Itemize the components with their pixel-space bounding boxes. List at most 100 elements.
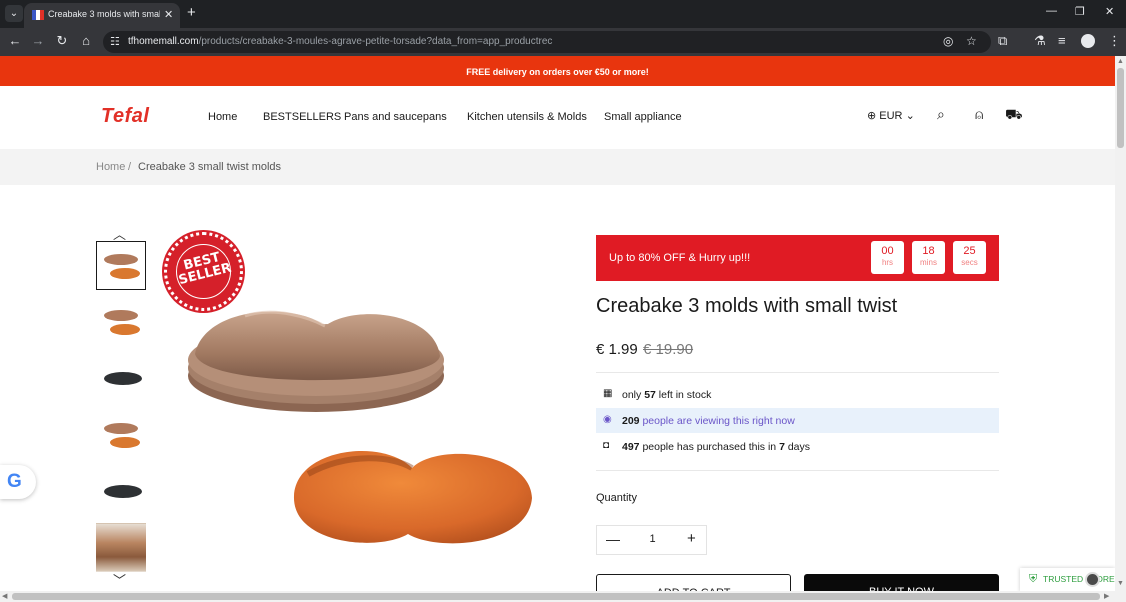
compare-at-price: € 19.90 [643, 341, 694, 358]
tefal-logo[interactable]: Tefal [101, 105, 149, 128]
nav-pans-saucepans[interactable]: Pans and saucepans [344, 111, 447, 123]
home-icon[interactable]: ⌂ [77, 33, 95, 48]
breadcrumb-current: Creabake 3 small twist molds [138, 161, 282, 173]
nav-kitchen-utensils[interactable]: Kitchen utensils & Molds [467, 111, 587, 123]
bag-icon: ◘ [603, 440, 610, 451]
stock-text: only 57 left in stock [622, 389, 711, 401]
search-icon[interactable]: ⌕ [937, 106, 945, 123]
thumbnail[interactable] [96, 297, 146, 346]
nav-home[interactable]: Home [208, 111, 237, 123]
thumbnail[interactable] [96, 241, 146, 290]
breadcrumb-home[interactable]: Home [96, 161, 125, 173]
vertical-scroll-thumb[interactable] [1117, 68, 1124, 148]
divider [596, 372, 999, 373]
vertical-scrollbar[interactable]: ▲ ▼ [1115, 56, 1126, 602]
tune-icon[interactable]: ☷ [110, 35, 120, 48]
restore-button[interactable]: ❐ [1075, 5, 1085, 18]
seconds-label: secs [961, 258, 978, 267]
horizontal-scrollbar[interactable]: ◀ ▶ [0, 591, 1115, 602]
chevron-down-icon[interactable]: ﹀ [113, 570, 126, 589]
scroll-up-icon[interactable]: ▲ [1117, 58, 1124, 65]
kebab-menu-icon[interactable]: ⋮ [1108, 33, 1121, 49]
quantity-increase-button[interactable]: + [687, 530, 696, 547]
browser-tab[interactable]: Creabake 3 molds with small twist ✕ [24, 3, 180, 28]
nav-small-appliance[interactable]: Small appliance [604, 111, 682, 123]
google-widget[interactable]: G [0, 465, 36, 499]
mold-thumb-shape [104, 254, 138, 265]
shield-check-icon: ⛨ [1029, 573, 1038, 585]
purchased-text: 497 people has purchased this in 7 days [622, 441, 810, 453]
close-icon[interactable]: ✕ [164, 8, 173, 21]
scroll-right-icon[interactable]: ▶ [1104, 592, 1109, 600]
product-price: € 1.99 [596, 341, 638, 358]
promo-bar: FREE delivery on orders over €50 or more… [0, 56, 1115, 86]
user-icon[interactable]: ⍝ [975, 106, 983, 123]
chevron-down-icon: ⌄ [905, 110, 915, 122]
cart-icon[interactable]: ⛟ [1005, 106, 1023, 125]
thumbnail[interactable] [96, 523, 146, 572]
trusted-store-text: TRUSTED STORE [1043, 574, 1115, 584]
mold-thumb-shape [104, 372, 142, 385]
chevron-down-icon[interactable]: ⌄ [5, 5, 23, 22]
minutes-label: mins [920, 258, 937, 267]
thumbnail[interactable] [96, 466, 146, 515]
quantity-decrease-button[interactable]: — [606, 531, 620, 547]
thumbnail[interactable] [96, 410, 146, 459]
seconds-value: 25 [963, 245, 976, 257]
minimize-button[interactable]: — [1046, 5, 1057, 17]
mold-thumb-shape [104, 485, 142, 498]
playlist-icon[interactable]: ≡ [1058, 33, 1066, 48]
divider [596, 470, 999, 471]
stock-suffix: left in stock [658, 389, 712, 401]
new-tab-button[interactable]: + [187, 4, 196, 21]
stock-prefix: only [622, 389, 642, 401]
scroll-down-icon[interactable]: ▼ [1117, 580, 1124, 587]
currency-selector[interactable]: ⊕ EUR ⌄ [867, 109, 915, 122]
breadcrumb-separator: / [128, 161, 132, 173]
product-title: Creabake 3 molds with small twist [596, 295, 898, 317]
star-icon[interactable]: ☆ [966, 34, 977, 48]
profile-icon[interactable] [1081, 34, 1095, 48]
address-bar[interactable]: ☷ tfhomemall.com/products/creabake-3-mou… [103, 31, 991, 53]
url-text[interactable]: tfhomemall.com/products/creabake-3-moule… [128, 36, 552, 47]
tab-title: Creabake 3 molds with small twist [48, 9, 160, 19]
currency-label: EUR [879, 110, 903, 122]
chat-bubble-icon[interactable] [1085, 572, 1100, 587]
mold-thumb-shape [104, 423, 138, 434]
hours-label: hrs [881, 258, 894, 267]
scroll-left-icon[interactable]: ◀ [2, 592, 7, 600]
viewers-suffix: people are viewing this right now [642, 415, 795, 427]
google-icon: G [7, 471, 22, 492]
countdown-banner: Up to 80% OFF & Hurry up!!! 00 hrs 18 mi… [596, 235, 999, 281]
quantity-input[interactable]: 1 [646, 533, 659, 545]
site-header: Tefal Home BESTSELLERS Pans and saucepan… [0, 86, 1115, 149]
arrow-right-icon[interactable]: → [29, 33, 47, 48]
horizontal-scroll-thumb[interactable] [12, 593, 1100, 600]
trusted-store-badge[interactable]: ⛨ TRUSTED STORE [1020, 568, 1115, 592]
browser-toolbar: ← → ↻ ⌂ ☷ tfhomemall.com/products/creaba… [0, 28, 1126, 56]
purchased-mid: people has purchased this in [642, 441, 777, 453]
eye-off-icon[interactable]: ◎ [943, 34, 953, 48]
cake-thumb-shape [110, 437, 140, 448]
product-image-mold [188, 310, 444, 412]
breadcrumb: Home / Creabake 3 small twist molds [0, 149, 1115, 185]
reload-icon[interactable]: ↻ [53, 33, 71, 49]
url-host: tfhomemall.com [128, 36, 199, 47]
viewers-row: ◉ 209 people are viewing this right now [596, 408, 999, 433]
hours-value: 00 [881, 245, 894, 257]
viewers-count: 209 [622, 415, 640, 427]
window-close-button[interactable]: ✕ [1105, 5, 1114, 18]
countdown-message: Up to 80% OFF & Hurry up!!! [609, 252, 751, 264]
countdown-seconds: 25 secs [953, 241, 986, 274]
flask-icon[interactable]: ⚗ [1034, 33, 1046, 49]
purchased-suffix: days [787, 441, 811, 453]
eye-icon: ◉ [603, 414, 612, 425]
browser-tab-strip: ⌄ Creabake 3 molds with small twist ✕ + … [0, 0, 1126, 28]
arrow-left-icon[interactable]: ← [6, 33, 24, 48]
puzzle-icon[interactable]: ⧉ [998, 33, 1007, 49]
stock-count: 57 [644, 389, 656, 401]
cake-thumb-shape [110, 268, 140, 279]
stock-left-row: ▦ only 57 left in stock [596, 382, 999, 407]
thumbnail[interactable] [96, 353, 146, 402]
nav-bestsellers[interactable]: BESTSELLERS [263, 111, 341, 123]
